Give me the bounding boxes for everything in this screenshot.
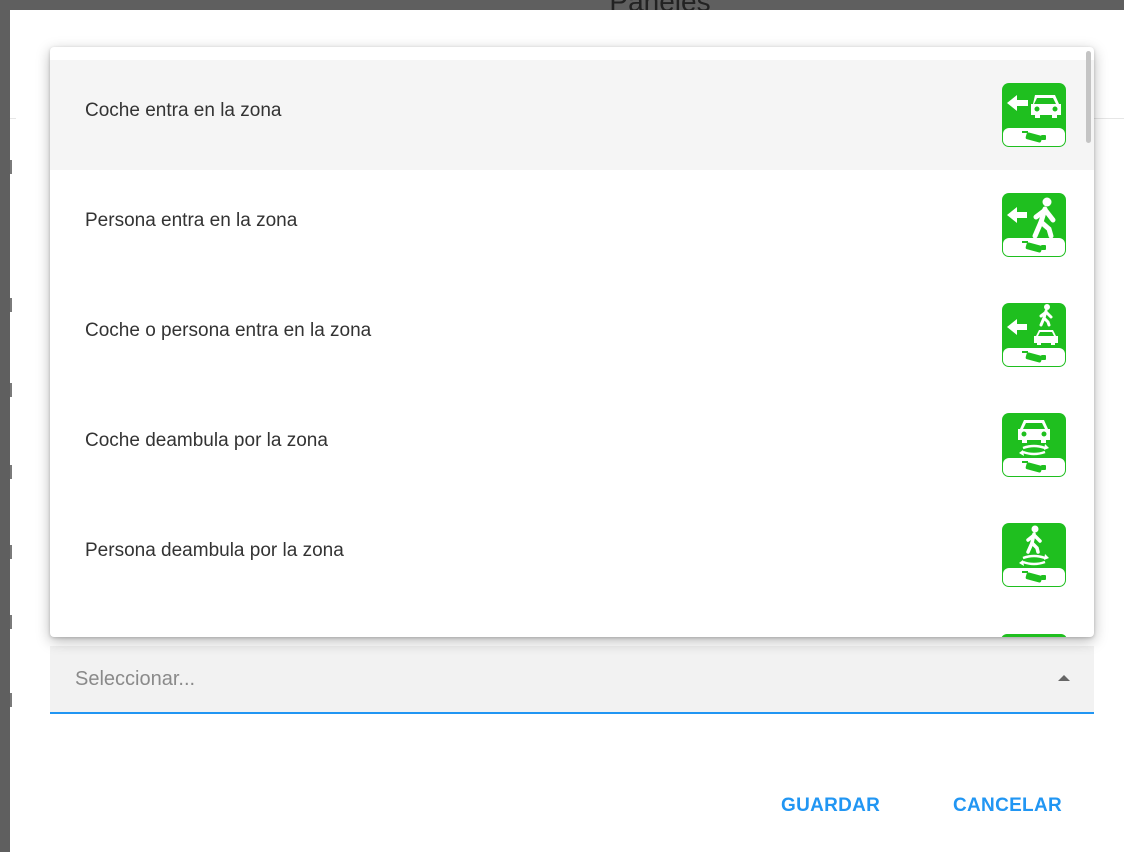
person-loiters-zone-icon — [1002, 523, 1066, 587]
option-label: Persona deambula por la zona — [85, 540, 344, 561]
person-enters-zone-icon — [1002, 193, 1066, 257]
option-person-loiters-zone[interactable]: Persona deambula por la zona — [50, 500, 1094, 610]
car-enters-zone-icon — [1002, 83, 1066, 147]
save-button[interactable]: GUARDAR — [781, 795, 880, 817]
dialog-actions: GUARDAR CANCELAR — [0, 795, 1124, 835]
next-option-icon-partial — [1001, 634, 1067, 637]
background-mark — [10, 465, 12, 479]
option-label: Coche o persona entra en la zona — [85, 320, 372, 341]
option-label: Coche entra en la zona — [85, 100, 282, 121]
option-car-or-person-enters-zone[interactable]: Coche o persona entra en la zona — [50, 280, 1094, 390]
select-placeholder: Seleccionar... — [75, 668, 196, 690]
dropdown-menu[interactable]: Coche entra en la zona Persona entra en … — [50, 47, 1094, 637]
car-loiters-zone-icon — [1002, 413, 1066, 477]
divider — [10, 118, 16, 119]
option-label: Persona entra en la zona — [85, 210, 298, 231]
option-car-loiters-zone[interactable]: Coche deambula por la zona — [50, 390, 1094, 500]
option-person-enters-zone[interactable]: Persona entra en la zona — [50, 170, 1094, 280]
background-mark — [10, 383, 12, 397]
background-mark — [10, 160, 12, 174]
cancel-button[interactable]: CANCELAR — [953, 795, 1062, 817]
option-car-enters-zone[interactable]: Coche entra en la zona — [50, 60, 1094, 170]
event-type-select[interactable]: Seleccionar... — [50, 646, 1094, 714]
background-mark — [10, 298, 12, 312]
caret-up-icon[interactable] — [1058, 675, 1070, 681]
option-label: Coche deambula por la zona — [85, 430, 328, 451]
background-mark — [10, 615, 12, 629]
background-mark — [10, 693, 12, 707]
background-mark — [10, 545, 12, 559]
dropdown-scrollbar[interactable] — [1086, 51, 1091, 143]
car-or-person-enters-zone-icon — [1002, 303, 1066, 367]
